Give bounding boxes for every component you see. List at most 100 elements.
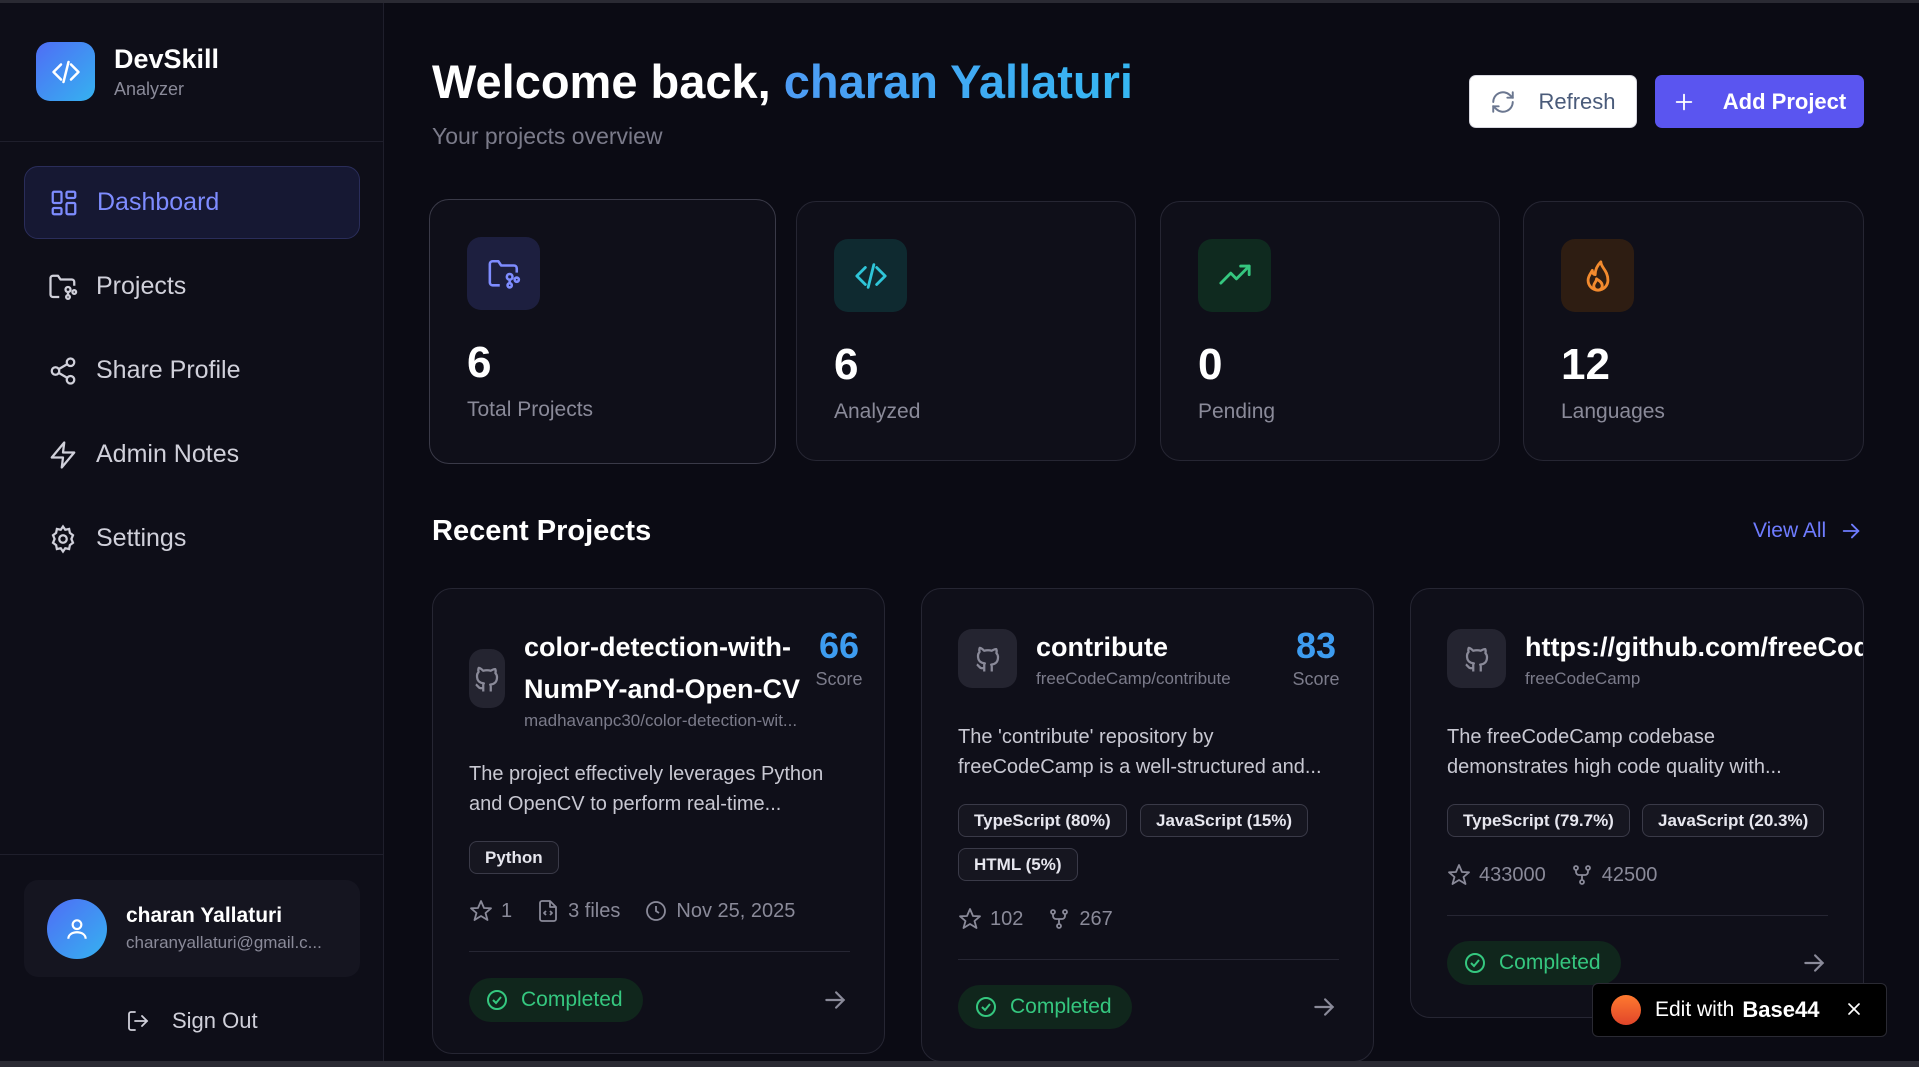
sidebar-item-dashboard[interactable]: Dashboard [24,166,360,239]
stat-value: 12 [1561,340,1610,389]
folder-git-icon [467,237,540,310]
edit-with-base44-badge[interactable]: Edit with Base44 [1592,983,1887,1037]
status-label: Completed [1499,951,1601,974]
score-value: 83 [1295,625,1337,666]
plus-icon [1675,93,1693,110]
window-bottom-border [0,1061,1919,1067]
project-meta: 1 3 files Nov 25, 2025 [469,899,819,923]
sign-out-button[interactable]: Sign Out [126,1008,258,1034]
add-project-label: Add Project [1722,88,1847,114]
star-icon [959,908,981,929]
description-line: The project effectively leverages Python [469,763,824,785]
git-fork-icon [1572,865,1591,885]
user-email: charanyallaturi@gmail.c... [126,933,322,952]
view-all-label: View All [1753,519,1827,542]
git-fork-icon [1050,909,1069,929]
files-count: 3 files [568,899,621,922]
date: Nov 25, 2025 [644,899,795,923]
project-repo: freeCodeCamp [1525,669,1641,688]
stat-label: Languages [1561,400,1665,423]
user-icon [67,918,87,939]
status-badge: Completed [469,978,643,1022]
project-card[interactable]: color-detection-with- NumPY-and-Open-CV … [432,588,885,1054]
stat-label: Total Projects [467,398,594,421]
arrow-right-icon[interactable] [1801,950,1827,976]
stars: 433000 [1447,863,1546,887]
project-description: The 'contribute' repository by freeCodeC… [958,722,1358,782]
project-repo: madhavanpc30/color-detection-wit... [524,711,798,730]
project-title: contribute [1036,632,1168,662]
view-all-link[interactable]: View All [1753,519,1862,543]
brand-title: DevSkill [114,43,220,74]
arrow-right-icon[interactable] [822,987,848,1013]
description-line: demonstrates high code quality with... [1447,756,1782,778]
card-divider [958,959,1339,960]
description-line: The 'contribute' repository by [958,726,1214,748]
score-value: 66 [818,625,860,666]
status-label: Completed [1010,995,1112,1018]
project-title-line: color-detection-with- [524,632,791,662]
refresh-button[interactable]: Refresh [1469,75,1637,128]
sidebar-item-admin-notes[interactable]: Admin Notes [24,418,360,491]
sidebar-item-projects[interactable]: Projects [24,250,360,323]
arrow-right-icon [1842,523,1860,539]
sidebar-item-label: Projects [96,272,187,300]
recent-projects-title: Recent Projects [432,515,652,547]
project-score: 83 Score [1271,625,1361,690]
stat-value: 0 [1198,340,1223,389]
add-project-button[interactable]: Add Project [1655,75,1864,128]
project-meta: 102 267 [958,907,1137,931]
description-line: and OpenCV to perform real-time... [469,793,782,815]
arrow-right-icon[interactable] [1311,994,1337,1020]
gear-icon [51,524,75,553]
stars-count: 433000 [1479,863,1546,886]
sidebar-item-label: Dashboard [97,188,220,216]
project-card[interactable]: contribute freeCodeCamp/contribute 83 Sc… [921,588,1374,1062]
share-icon [50,356,76,385]
stat-card-analyzed: 6 Analyzed [796,201,1136,461]
project-title: color-detection-with- NumPY-and-Open-CV [524,626,800,710]
files: 3 files [536,899,620,923]
brand[interactable]: DevSkill Analyzer [36,42,219,101]
flame-icon [1561,239,1634,312]
page-subtitle: Your projects overview [432,123,663,149]
project-description: The freeCodeCamp codebase demonstrates h… [1447,722,1847,782]
project-description: The project effectively leverages Python… [469,759,859,819]
log-out-icon [128,1011,149,1031]
sidebar-item-share-profile[interactable]: Share Profile [24,334,360,407]
trending-up-icon [1198,239,1271,312]
language-tag: Python [469,841,559,874]
score-label: Score [815,669,863,689]
base44-text: Edit with [1655,998,1735,1021]
stars-count: 102 [990,907,1024,930]
project-meta: 433000 42500 [1447,863,1681,887]
sidebar-item-label: Admin Notes [96,440,240,468]
forks-count: 267 [1079,907,1113,930]
project-card[interactable]: https://github.com/freeCodeCa freeCodeCa… [1410,588,1864,1018]
bolt-icon [50,440,76,469]
stars-count: 1 [501,899,513,922]
forks-count: 42500 [1601,863,1658,886]
brand-subtitle: Analyzer [114,78,185,99]
sidebar: DevSkill Analyzer Dashboard Projects Sha… [0,3,384,1061]
github-icon [958,629,1017,688]
layout-grid-icon [51,190,77,215]
card-divider [469,951,850,952]
project-title-line: NumPY-and-Open-CV [524,674,801,704]
stat-value: 6 [467,338,492,387]
github-icon [1447,629,1506,688]
stars: 102 [958,907,1023,931]
sidebar-divider [0,141,384,142]
sidebar-item-settings[interactable]: Settings [24,502,360,575]
forks: 42500 [1570,863,1658,887]
welcome-user-name: charan Yallaturi [783,55,1133,108]
stat-label: Analyzed [834,400,921,423]
github-icon [469,649,505,708]
stat-label: Pending [1198,400,1276,423]
sign-out-label: Sign Out [172,1008,258,1033]
file-code-icon [539,900,558,922]
close-icon[interactable] [1844,999,1864,1019]
status-badge: Completed [958,985,1132,1029]
user-card[interactable]: charan Yallaturi charanyallaturi@gmail.c… [24,880,360,977]
stat-card-total-projects: 6 Total Projects [429,199,776,464]
